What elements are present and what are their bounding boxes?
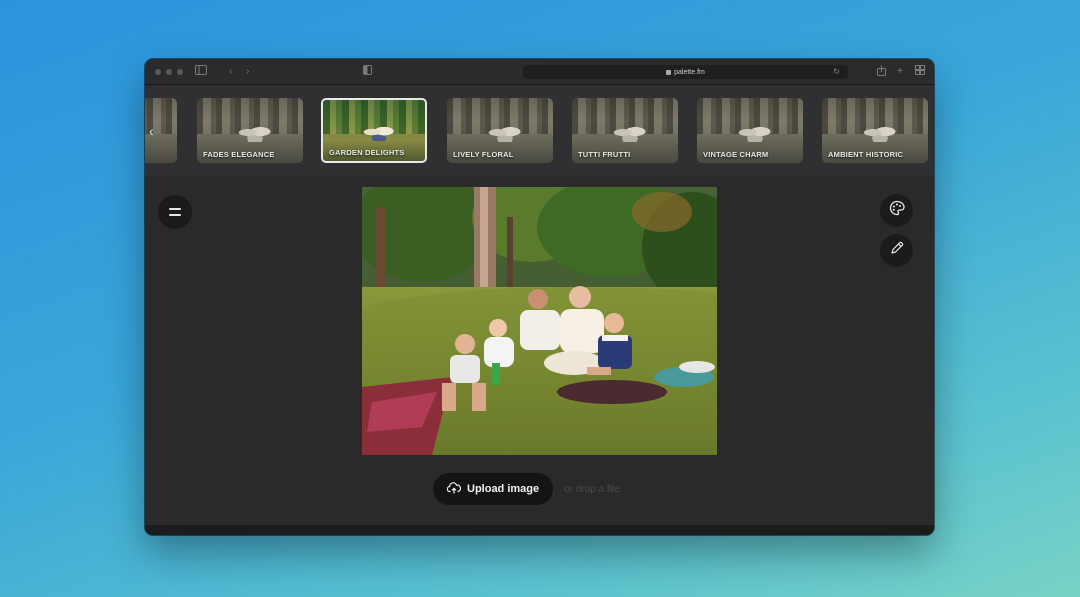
- upload-label: Upload image: [467, 483, 540, 495]
- filter-thumb-garden-delights[interactable]: GARDEN DELIGHTS: [321, 98, 427, 163]
- palette-button[interactable]: [880, 194, 913, 227]
- filter-thumb-vintage-charm[interactable]: VINTAGE CHARM: [697, 98, 803, 163]
- sidebar-toggle-icon[interactable]: [195, 65, 207, 80]
- share-icon[interactable]: [877, 65, 886, 81]
- filter-label: TUTTI FRUTTI: [578, 150, 631, 159]
- url-text: palette.fm: [674, 68, 705, 76]
- forward-icon[interactable]: ›: [246, 65, 249, 79]
- new-tab-icon[interactable]: +: [897, 65, 903, 79]
- address-bar[interactable]: palette.fm ↻: [523, 65, 848, 79]
- filter-label: FADES ELEGANCE: [203, 150, 275, 159]
- lock-icon: [666, 69, 672, 75]
- pencil-icon: [890, 241, 904, 260]
- window-bottom-edge: [145, 525, 934, 535]
- filter-label: VINTAGE CHARM: [703, 150, 769, 159]
- back-icon[interactable]: ‹: [229, 65, 232, 79]
- cloud-upload-icon: [446, 481, 462, 497]
- filter-thumb-lively-floral[interactable]: LIVELY FLORAL: [447, 98, 553, 163]
- reload-icon[interactable]: ↻: [833, 67, 840, 76]
- filter-label: GARDEN DELIGHTS: [329, 148, 405, 157]
- filter-thumb-fades-elegance[interactable]: FADES ELEGANCE: [197, 98, 303, 163]
- menu-button[interactable]: [158, 195, 192, 229]
- tab-overview-icon[interactable]: [915, 65, 925, 80]
- window-controls[interactable]: [155, 69, 183, 75]
- filter-thumb-ambient-historic[interactable]: AMBIENT HISTORIC: [822, 98, 928, 163]
- browser-toolbar: ‹ › palette.fm ↻ +: [145, 59, 934, 85]
- minimize-dot[interactable]: [166, 69, 172, 75]
- chevron-left-icon[interactable]: ‹: [149, 124, 154, 138]
- editor-area: Upload image or drop a file: [145, 176, 934, 525]
- filter-label: LIVELY FLORAL: [453, 150, 514, 159]
- privacy-shield-icon[interactable]: [363, 65, 372, 80]
- upload-row: Upload image or drop a file: [433, 473, 620, 505]
- drop-hint: or drop a file: [564, 483, 620, 495]
- filter-thumb-tutti-frutti[interactable]: TUTTI FRUTTI: [572, 98, 678, 163]
- upload-image-button[interactable]: Upload image: [433, 473, 554, 505]
- edit-button[interactable]: [880, 234, 913, 267]
- colorized-photo: [362, 187, 717, 455]
- palette-icon: [889, 200, 905, 221]
- browser-window: ‹ › palette.fm ↻ + ‹ FADES ELEGANCE GARD…: [145, 59, 934, 535]
- filter-strip: ‹ FADES ELEGANCE GARDEN DELIGHTS LIVELY …: [145, 86, 934, 176]
- close-dot[interactable]: [155, 69, 161, 75]
- hamburger-icon: [169, 208, 181, 210]
- filter-label: AMBIENT HISTORIC: [828, 150, 904, 159]
- zoom-dot[interactable]: [177, 69, 183, 75]
